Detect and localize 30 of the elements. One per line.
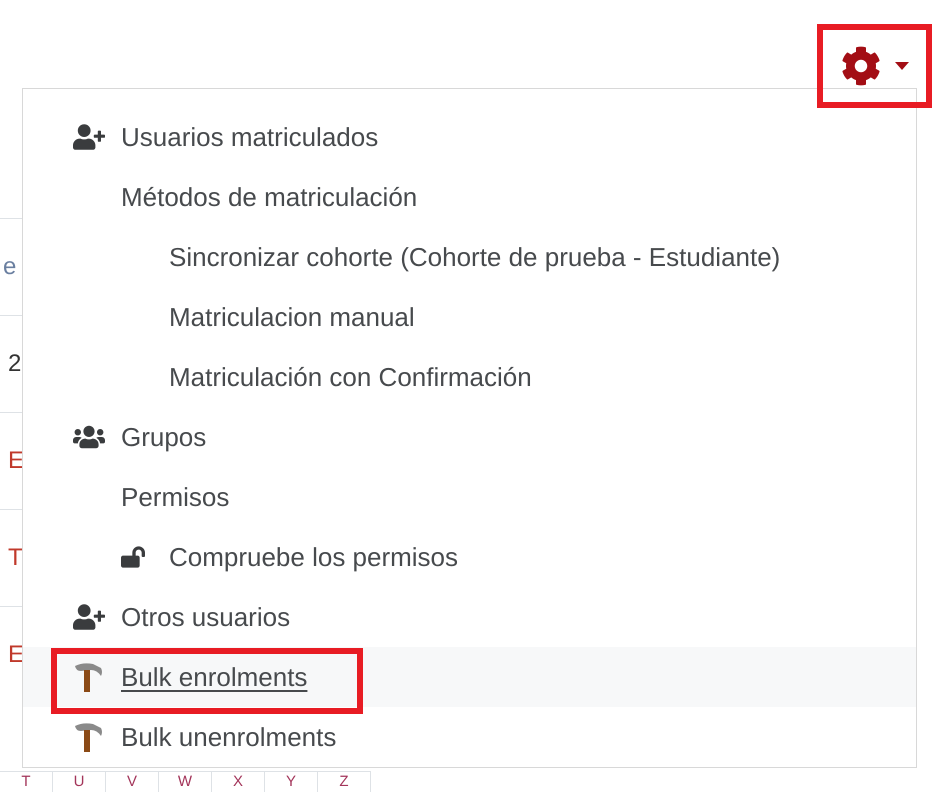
menu-item[interactable]: Compruebe los permisos: [23, 527, 916, 587]
letter-link[interactable]: Z: [318, 772, 371, 792]
letter-link[interactable]: Y: [265, 772, 318, 792]
menu-item[interactable]: Matriculación con Confirmación: [23, 347, 916, 407]
table-text: 2: [8, 352, 22, 376]
user-add-icon: [73, 121, 105, 153]
menu-item[interactable]: Otros usuarios: [23, 587, 916, 647]
table-text: E: [8, 643, 24, 667]
settings-icon: [840, 46, 880, 86]
table-text: E: [8, 449, 24, 473]
letter-link[interactable]: W: [159, 772, 212, 792]
menu-item[interactable]: Matriculacion manual: [23, 287, 916, 347]
letter-link[interactable]: T: [0, 772, 53, 792]
hammer-icon: [73, 722, 105, 752]
letter-link[interactable]: V: [106, 772, 159, 792]
unlock-icon: [121, 545, 145, 569]
menu-item[interactable]: Permisos: [23, 467, 916, 527]
hammer-icon: [73, 662, 105, 692]
menu-item[interactable]: Grupos: [23, 407, 916, 467]
menu-item[interactable]: Usuarios matriculados: [23, 107, 916, 167]
letter-link[interactable]: X: [212, 772, 265, 792]
menu-item[interactable]: Métodos de matriculación: [23, 167, 916, 227]
menu-item[interactable]: Bulk enrolments: [23, 647, 916, 707]
user-add-icon: [73, 601, 105, 633]
menu-item[interactable]: Bulk unenrolments: [23, 707, 916, 767]
table-text: e: [3, 255, 16, 279]
caret-icon: [894, 62, 908, 70]
letter-link[interactable]: U: [53, 772, 106, 792]
menu-item[interactable]: Sincronizar cohorte (Cohorte de prueba - Estudiante): [23, 227, 916, 287]
table-text: T: [8, 546, 23, 570]
